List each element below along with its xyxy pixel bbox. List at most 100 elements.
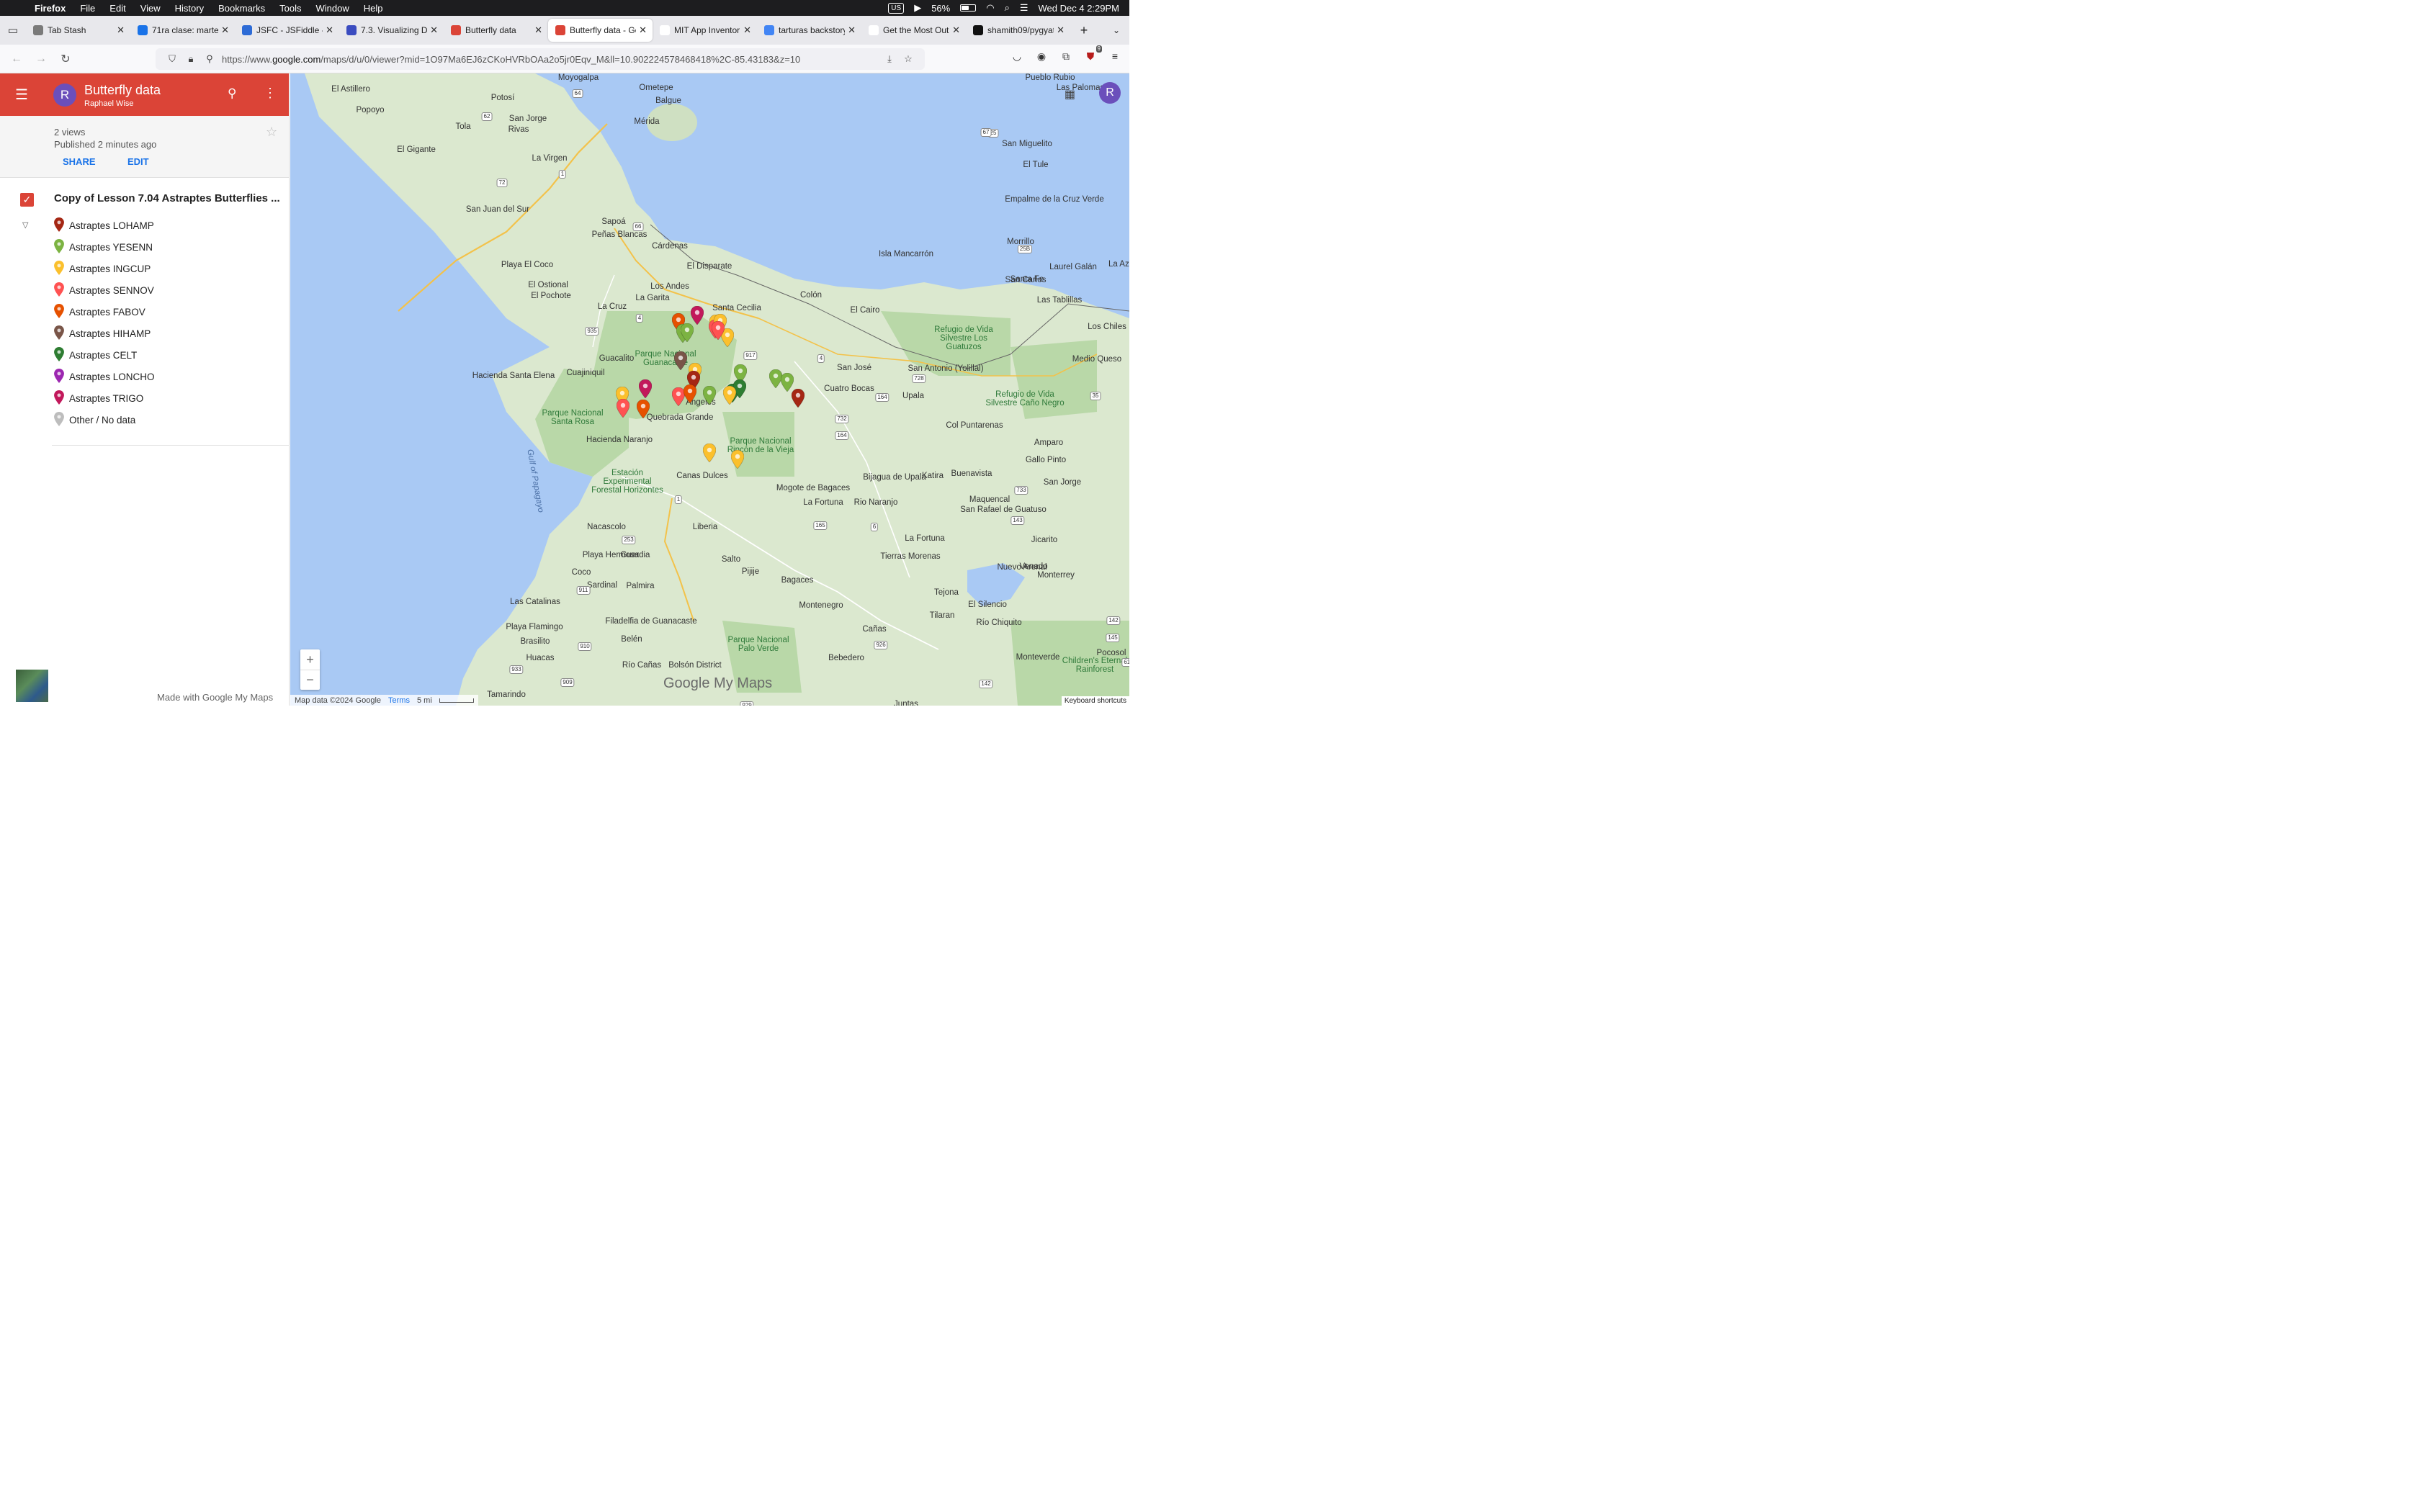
place-label[interactable]: Buenavista [951,469,992,478]
place-label[interactable]: Venado [1019,562,1047,571]
place-label[interactable]: Guardia [621,551,650,559]
tab-close-icon[interactable]: ✕ [952,24,960,36]
map-marker[interactable] [680,323,694,343]
tab-close-icon[interactable]: ✕ [848,24,856,36]
clock[interactable]: Wed Dec 4 2:29PM [1039,3,1119,14]
zoom-in-button[interactable]: + [300,649,320,670]
map-marker[interactable] [791,388,805,408]
place-label[interactable]: Tejona [934,588,959,597]
place-label[interactable]: La Garita [635,294,669,302]
scale-label[interactable]: 5 mi [417,696,432,705]
made-with-label[interactable]: Made with Google My Maps [157,692,273,703]
place-label[interactable]: Nacascolo [587,523,626,531]
legend-item[interactable]: Astraptes INGCUP [54,258,155,279]
place-label[interactable]: Sapoá [601,217,625,226]
place-label[interactable]: Popoyo [356,106,384,114]
play-icon[interactable]: ▶ [914,2,921,14]
menu-tools[interactable]: Tools [272,3,308,14]
legend-item[interactable]: Astraptes FABOV [54,301,155,323]
star-icon[interactable]: ☆ [266,125,277,140]
author-avatar[interactable]: R [53,83,76,107]
park-label[interactable]: Refugio de Vida Silvestre Caño Negro [985,390,1065,408]
install-icon[interactable]: ⤓ [880,53,899,65]
place-label[interactable]: Liberia [693,523,718,531]
bookmark-star-icon[interactable]: ☆ [899,53,918,65]
back-icon[interactable]: ← [4,53,29,66]
menu-file[interactable]: File [73,3,102,14]
place-label[interactable]: Isla Mancarrón [879,250,933,258]
map-marker[interactable] [673,351,688,371]
place-label[interactable]: San Antonio (Yolillal) [908,364,983,373]
place-label[interactable]: Juntas [894,700,918,706]
place-label[interactable]: Las Catalinas [510,598,560,606]
tab-close-icon[interactable]: ✕ [1057,24,1065,36]
place-label[interactable]: Palmira [627,582,655,590]
map-canvas[interactable]: Moyogalpa Potosí El Astillero Ometepe Balgue… [290,73,1129,706]
search-icon[interactable]: ⚲ [228,86,236,101]
place-label[interactable]: Medio Queso [1072,355,1121,364]
place-label[interactable]: La Fortuna [905,534,945,543]
spotlight-search-icon[interactable]: ⌕ [1005,2,1010,14]
place-label[interactable]: Upala [902,392,924,400]
map-marker[interactable] [683,384,697,404]
new-tab-button[interactable]: + [1075,23,1093,38]
place-label[interactable]: Salto [722,555,740,564]
layer-checkbox[interactable]: ✓ [20,193,34,207]
park-label[interactable]: Estación Experimental Forestal Horizonte… [588,469,667,495]
park-label[interactable]: Parque Nacional Santa Rosa [533,409,612,426]
park-label[interactable]: Parque Nacional Palo Verde [719,636,798,653]
map-marker[interactable] [636,399,650,419]
place-label[interactable]: Quebrada Grande [647,413,714,422]
place-label[interactable]: San Carlos [1005,276,1047,284]
place-label[interactable]: Rio Naranjo [854,498,898,507]
place-label[interactable]: San José [837,364,871,372]
layer-title[interactable]: Copy of Lesson 7.04 Astraptes Butterflie… [54,192,280,204]
place-label[interactable]: Moyogalpa [558,73,599,82]
place-label[interactable]: Maquencal [969,495,1010,504]
place-label[interactable]: Rivas [508,125,529,134]
place-label[interactable]: Cuatro Bocas [824,384,874,393]
tab-close-icon[interactable]: ✕ [221,24,229,36]
place-label[interactable]: Gallo Pinto [1026,456,1066,464]
map-thumbnail[interactable] [16,670,48,702]
legend-item[interactable]: Astraptes LOHAMP [54,215,155,236]
place-label[interactable]: Laurel Galán [1049,263,1097,271]
place-label[interactable]: Peñas Blancas [592,230,647,239]
legend-item[interactable]: Astraptes LONCHO [54,366,155,387]
tab-close-icon[interactable]: ✕ [743,24,751,36]
legend-item[interactable]: Astraptes SENNOV [54,279,155,301]
menu-edit[interactable]: Edit [102,3,133,14]
wifi-icon[interactable]: ◠ [986,2,994,14]
terms-link[interactable]: Terms [388,696,410,705]
share-button[interactable]: SHARE [63,156,96,167]
place-label[interactable]: La Cruz [598,302,627,311]
app-menu-icon[interactable]: ≡ [1108,50,1122,65]
place-label[interactable]: Balgue [655,96,681,105]
place-label[interactable]: San Jorge [1044,478,1081,487]
browser-tab[interactable]: Tab Stash ✕ [26,19,130,42]
tab-close-icon[interactable]: ✕ [326,24,333,36]
permissions-icon[interactable]: ⚲ [200,53,219,65]
place-label[interactable]: Brasilito [521,637,550,646]
edit-button[interactable]: EDIT [127,156,149,167]
tab-close-icon[interactable]: ✕ [117,24,125,36]
zoom-out-button[interactable]: − [300,670,320,690]
place-label[interactable]: Bijagua de Upala [863,473,926,482]
place-label[interactable]: Playa El Coco [501,261,553,269]
place-label[interactable]: La Virgen [532,154,567,163]
tab-close-icon[interactable]: ✕ [534,24,542,36]
google-apps-icon[interactable]: ▦ [1065,87,1075,102]
place-label[interactable]: Filadelfia de Guanacaste [605,617,696,626]
menu-window[interactable]: Window [309,3,357,14]
browser-tab[interactable]: MIT App Inventor Logir✕ [653,19,757,42]
place-label[interactable]: Jicarito [1031,536,1057,544]
place-label[interactable]: Coco [572,568,591,577]
account-icon[interactable]: ◉ [1034,50,1049,65]
place-label[interactable]: Huacas [526,654,555,662]
place-label[interactable]: Hacienda Santa Elena [472,372,555,380]
place-label[interactable]: Pueblo Rubio [1025,73,1075,82]
place-label[interactable]: San Jorge [509,114,547,123]
place-label[interactable]: Los Andes [650,282,689,291]
place-label[interactable]: Bagaces [781,576,814,585]
legend-item[interactable]: Other / No data [54,409,155,431]
